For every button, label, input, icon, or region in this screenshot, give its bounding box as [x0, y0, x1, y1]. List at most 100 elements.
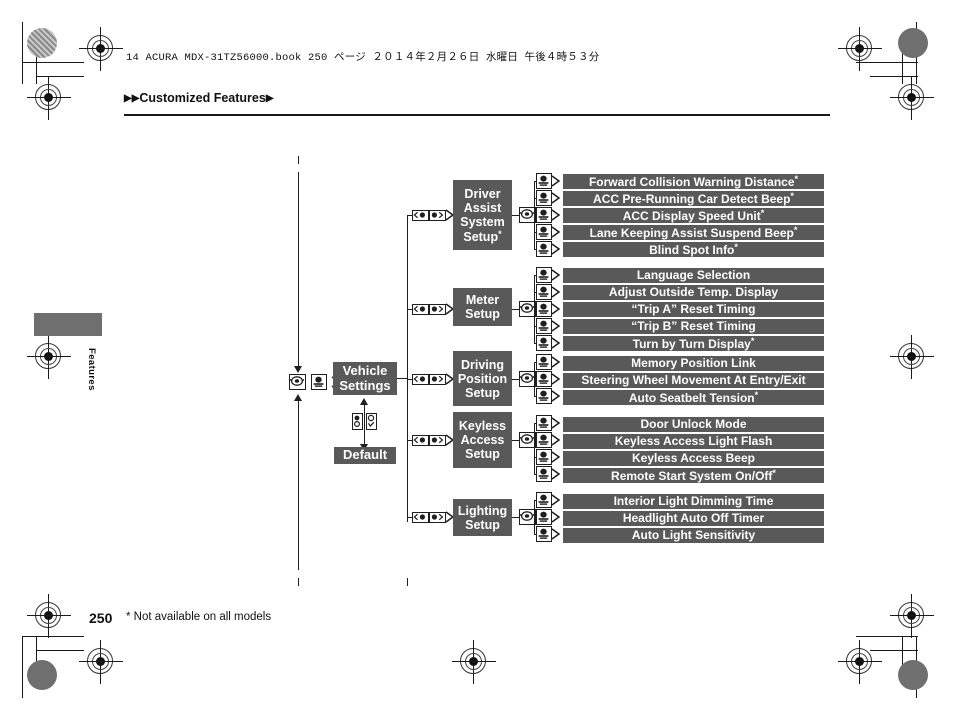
item-auto-seatbelt-tension[interactable]: Auto Seatbelt Tension*: [563, 390, 824, 405]
item-blind-spot-info[interactable]: Blind Spot Info*: [563, 242, 824, 257]
item-headlight-auto-off-timer[interactable]: Headlight Auto Off Timer: [563, 511, 824, 526]
left-right-button-icon-g5b: [429, 512, 446, 523]
group-driving-position-setup-label: Driving Position Setup: [457, 357, 508, 400]
crop-mark-tr-h1: [856, 62, 918, 64]
group-5-item-0-arrow: [551, 493, 561, 507]
item-lane-keeping-assist-suspend-beep[interactable]: Lane Keeping Assist Suspend Beep*: [563, 225, 824, 240]
item-language-selection[interactable]: Language Selection: [563, 268, 824, 283]
left-right-button-icon-g3a: [412, 374, 429, 385]
left-right-button-icon-g2b: [429, 304, 446, 315]
node-vehicle-settings-label: Vehicle Settings: [339, 362, 391, 393]
spine-left-lower: [298, 400, 300, 570]
select-button-icon-g3-0: [536, 354, 552, 370]
group-lighting-setup-label: Lighting Setup: [457, 503, 508, 532]
group-lighting-setup[interactable]: Lighting Setup: [453, 499, 512, 536]
item-forward-collision-warning-distance[interactable]: Forward Collision Warning Distance*: [563, 174, 824, 189]
select-button-icon-g2-1: [536, 284, 552, 300]
group-meter-setup-label: Meter Setup: [465, 293, 500, 321]
group-driver-assist-system-setup[interactable]: Driver Assist System Setup*: [453, 180, 512, 250]
group-3-item-1-arrow: [551, 372, 561, 386]
group-1-item-0-arrow: [551, 174, 561, 188]
breadcrumb: ▶▶Customized Features▶: [124, 91, 274, 105]
registration-mark-top-left: [79, 27, 123, 71]
item-trip-b-reset-timing[interactable]: “Trip B” Reset Timing: [563, 319, 824, 334]
registration-mark-left-mid: [27, 335, 71, 379]
item-trip-a-reset-timing[interactable]: “Trip A” Reset Timing: [563, 302, 824, 317]
select-button-icon-g1-4: [536, 241, 552, 257]
select-button-icon-g4-2: [536, 449, 552, 465]
trunk-vertical: [407, 215, 409, 522]
item-remote-start-system-on-off[interactable]: Remote Start System On/Off*: [563, 468, 824, 483]
crop-mark-br-h2: [870, 650, 918, 652]
up-down-button-icon: [352, 413, 363, 430]
group-2-item-4-arrow: [551, 336, 561, 350]
item-keyless-access-beep[interactable]: Keyless Access Beep: [563, 451, 824, 466]
select-button-icon-g4-3: [536, 466, 552, 482]
node-default[interactable]: Default: [334, 447, 396, 464]
left-right-button-icon-g4a: [412, 435, 429, 446]
item-label: Lane Keeping Assist Suspend Beep*: [589, 224, 798, 240]
select-button-icon-g1-2: [536, 207, 552, 223]
color-registration-blob-br: [898, 660, 928, 690]
registration-mark-bottom-left: [79, 640, 123, 684]
item-acc-pre-running-car-detect-beep[interactable]: ACC Pre-Running Car Detect Beep*: [563, 191, 824, 206]
group-2-item-1-arrow: [551, 285, 561, 299]
breadcrumb-label: Customized Features: [139, 91, 266, 105]
group-4-item-0-arrow: [551, 416, 561, 430]
select-button-icon-g5-0: [536, 492, 552, 508]
select-button-icon-g3-2: [536, 388, 552, 404]
item-turn-by-turn-display[interactable]: Turn by Turn Display*: [563, 336, 824, 351]
crop-mark-bl-v1: [22, 636, 24, 698]
select-button-icon: [311, 374, 327, 390]
left-right-button-icon-g3b: [429, 374, 446, 385]
group-2-item-0-arrow: [551, 268, 561, 282]
group-driver-assist-system-setup-label: Driver Assist System Setup*: [460, 186, 505, 244]
group-1-item-4-arrow: [551, 242, 561, 256]
group-3-item-0-arrow: [551, 355, 561, 369]
section-tab-label: Features: [86, 348, 97, 391]
item-acc-display-speed-unit[interactable]: ACC Display Speed Unit*: [563, 208, 824, 223]
spine-left-arrow-down: [293, 366, 302, 373]
left-right-button-icon-g5a: [412, 512, 429, 523]
footnote: * Not available on all models: [126, 611, 272, 623]
group-keyless-access-setup-label: Keyless Access Setup: [458, 419, 507, 461]
left-right-button-icon: [412, 210, 429, 221]
color-registration-blob-tr: [898, 28, 928, 58]
select-button-icon-g1-0: [536, 173, 552, 189]
group-keyless-access-setup[interactable]: Keyless Access Setup: [453, 412, 512, 468]
group-driving-position-setup[interactable]: Driving Position Setup: [453, 351, 512, 406]
default-connector-arrow-up: [359, 398, 368, 405]
registration-mark-bottom-right: [838, 640, 882, 684]
group-meter-setup[interactable]: Meter Setup: [453, 288, 512, 326]
group-2-item-3-arrow: [551, 319, 561, 333]
item-label: ACC Pre-Running Car Detect Beep*: [593, 190, 794, 206]
group-2-item-2-arrow: [551, 302, 561, 316]
group-5-item-1-arrow: [551, 510, 561, 524]
left-right-button-icon-g2a: [412, 304, 429, 315]
item-interior-light-dimming-time[interactable]: Interior Light Dimming Time: [563, 494, 824, 509]
select-button-icon-g2-4: [536, 335, 552, 351]
crop-mark-tl-h2: [36, 76, 84, 78]
select-button-icon-g1-3: [536, 224, 552, 240]
select-button-icon-g3-1: [536, 371, 552, 387]
spine-left-upper: [298, 172, 300, 367]
select-check-icon: [366, 413, 377, 430]
item-keyless-access-light-flash[interactable]: Keyless Access Light Flash: [563, 434, 824, 449]
item-adjust-outside-temp-display[interactable]: Adjust Outside Temp. Display: [563, 285, 824, 300]
select-button-icon-g2-0: [536, 267, 552, 283]
item-label: Blind Spot Info*: [649, 241, 738, 257]
node-vehicle-settings[interactable]: Vehicle Settings: [333, 362, 397, 395]
group-5-item-2-arrow: [551, 527, 561, 541]
spine-left-dash-top: [298, 156, 300, 164]
crop-mark-bl-h1: [22, 636, 84, 638]
registration-mark-bottom-center: [452, 640, 496, 684]
item-steering-wheel-movement-at-entry-exit[interactable]: Steering Wheel Movement At Entry/Exit: [563, 373, 824, 388]
color-registration-blob-bl: [27, 660, 57, 690]
select-button-icon-g4-1: [536, 432, 552, 448]
item-memory-position-link[interactable]: Memory Position Link: [563, 356, 824, 371]
breadcrumb-trail-icon: ▶: [265, 93, 274, 104]
item-door-unlock-mode[interactable]: Door Unlock Mode: [563, 417, 824, 432]
crop-mark-tl-v1: [22, 22, 24, 84]
spine-left-dash-bottom: [298, 578, 300, 586]
item-auto-light-sensitivity[interactable]: Auto Light Sensitivity: [563, 528, 824, 543]
